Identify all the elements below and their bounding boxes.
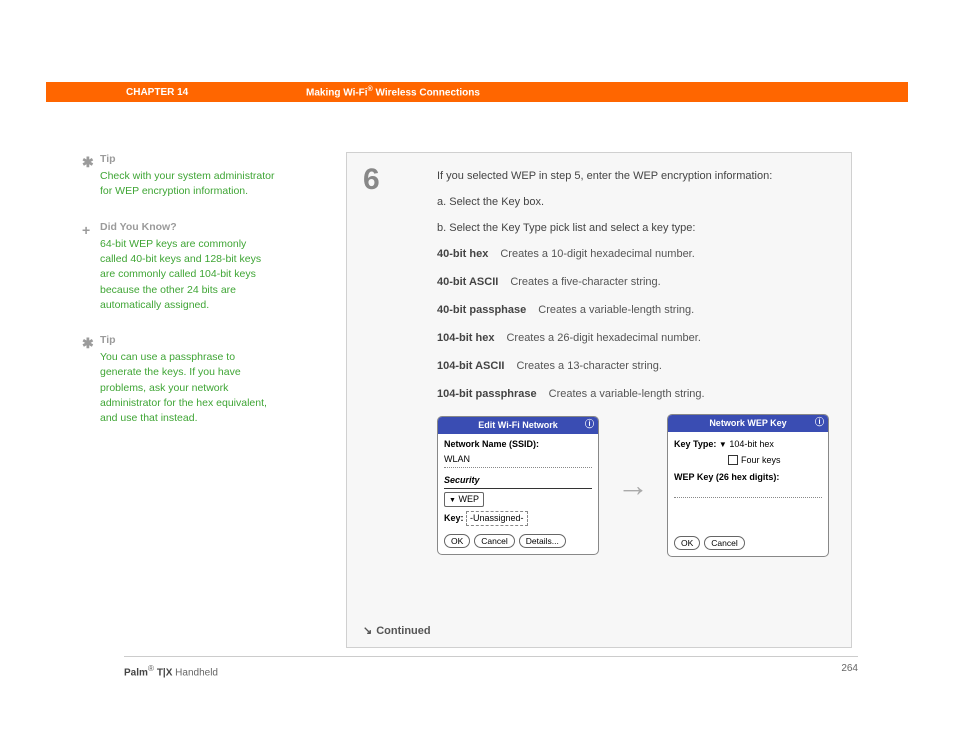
ssid-field[interactable]: WLAN [444,453,592,468]
keytype-dropdown[interactable]: ▼ 104-bit hex [719,439,774,449]
sidebar: ✱ Tip Check with your system administrat… [100,152,275,446]
key-type-row: 40-bit passphaseCreates a variable-lengt… [437,303,829,319]
key-type-row: 104-bit ASCIICreates a 13-character stri… [437,359,829,375]
info-icon[interactable]: ⓘ [585,418,594,431]
did-you-know-text: 64-bit WEP keys are commonly called 40-b… [100,237,275,313]
tip-block: ✱ Tip Check with your system administrat… [100,152,275,200]
checkbox-icon[interactable] [728,455,738,465]
chapter-label: CHAPTER 14 [46,87,306,98]
key-box[interactable]: -Unassigned- [466,511,528,526]
tip-text: Check with your system administrator for… [100,169,275,199]
tip-block-2: ✱ Tip You can use a passphrase to genera… [100,333,275,426]
tip-text-2: You can use a passphrase to generate the… [100,350,275,426]
details-button[interactable]: Details... [519,534,566,548]
cancel-button[interactable]: Cancel [704,536,744,550]
chapter-header: CHAPTER 14 Making Wi-Fi® Wireless Connec… [46,82,908,102]
step-body: If you selected WEP in step 5, enter the… [437,169,829,557]
keytype-row: Key Type: ▼ 104-bit hex [674,438,822,451]
product-name: Palm® T|X Handheld [124,663,218,678]
palm-wep-key: Network WEP Key ⓘ Key Type: ▼ 104-bit he… [667,414,829,556]
asterisk-icon: ✱ [82,333,94,353]
info-icon[interactable]: ⓘ [815,416,824,429]
asterisk-icon: ✱ [82,152,94,172]
wepkey-field[interactable] [674,486,822,498]
chapter-title: Making Wi-Fi® Wireless Connections [306,86,480,98]
ssid-label: Network Name (SSID): [444,438,592,451]
cancel-button[interactable]: Cancel [474,534,514,548]
step-sub-a: a. Select the Key box. [437,195,829,211]
arrow-right-icon: → [617,462,649,508]
did-you-know-label: Did You Know? [100,220,275,235]
security-heading: Security [444,474,592,488]
wepkey-label: WEP Key (26 hex digits): [674,471,822,484]
palm-title: Network WEP Key ⓘ [668,415,828,432]
fourkeys-checkbox[interactable]: Four keys [674,454,822,467]
tip-label: Tip [100,152,275,167]
continue-arrow-icon: ↘ [363,624,372,637]
palm-edit-wifi: Edit Wi-Fi Network ⓘ Network Name (SSID)… [437,416,599,554]
ok-button[interactable]: OK [444,534,470,548]
tip-label-2: Tip [100,333,275,348]
step-intro: If you selected WEP in step 5, enter the… [437,169,829,185]
continued-indicator: ↘Continued [363,624,431,637]
key-type-row: 104-bit passphraseCreates a variable-len… [437,387,829,403]
step-sub-b: b. Select the Key Type pick list and sel… [437,221,829,237]
page-number: 264 [841,663,858,678]
step-number: 6 [363,163,380,197]
step-panel: 6 If you selected WEP in step 5, enter t… [346,152,852,648]
palm-title: Edit Wi-Fi Network ⓘ [438,417,598,434]
security-dropdown[interactable]: ▼ WEP [444,492,592,507]
did-you-know-block: + Did You Know? 64-bit WEP keys are comm… [100,220,275,313]
key-type-row: 104-bit hexCreates a 26-digit hexadecima… [437,331,829,347]
key-type-row: 40-bit ASCIICreates a five-character str… [437,275,829,291]
ok-button[interactable]: OK [674,536,700,550]
key-type-row: 40-bit hexCreates a 10-digit hexadecimal… [437,247,829,263]
page-footer: Palm® T|X Handheld 264 [124,656,858,678]
palm-screens-row: Edit Wi-Fi Network ⓘ Network Name (SSID)… [437,414,829,556]
plus-icon: + [82,220,90,240]
key-row: Key: -Unassigned- [444,511,592,526]
